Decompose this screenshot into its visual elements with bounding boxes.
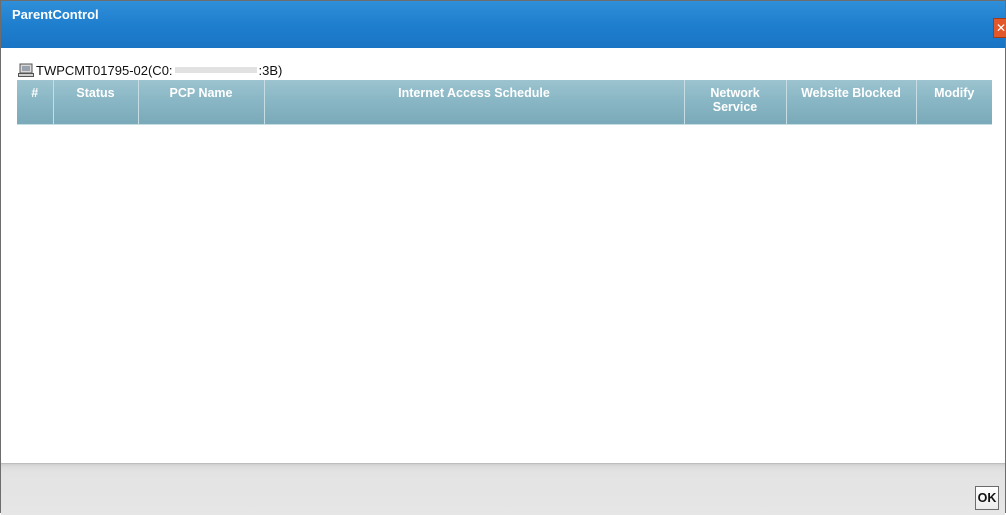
- computer-icon: [18, 63, 34, 77]
- device-name-suffix: :3B): [258, 62, 283, 78]
- table-header-row: # Status PCP Name Internet Access Schedu…: [17, 80, 992, 125]
- column-header-index: #: [17, 80, 54, 125]
- column-header-internet-access-schedule: Internet Access Schedule: [264, 80, 685, 125]
- column-header-network-service: Network Service: [684, 80, 787, 125]
- column-header-pcp-name: PCP Name: [138, 80, 265, 125]
- parent-control-dialog: ParentControl ✕ TWPCMT01795-02(C0: :3B) …: [0, 0, 1006, 515]
- dialog-footer: OK: [1, 463, 1005, 515]
- parental-control-table: # Status PCP Name Internet Access Schedu…: [17, 80, 992, 125]
- dialog-title: ParentControl: [12, 7, 99, 22]
- close-icon[interactable]: ✕: [993, 18, 1006, 38]
- mac-address-redacted: [174, 67, 257, 73]
- device-label: TWPCMT01795-02(C0: :3B): [18, 61, 282, 79]
- column-header-status: Status: [53, 80, 139, 125]
- dialog-titlebar: ParentControl ✕: [1, 1, 1006, 48]
- column-header-website-blocked: Website Blocked: [786, 80, 917, 125]
- ok-button[interactable]: OK: [975, 486, 999, 510]
- column-header-modify: Modify: [916, 80, 992, 125]
- device-name-prefix: TWPCMT01795-02(C0:: [36, 62, 173, 78]
